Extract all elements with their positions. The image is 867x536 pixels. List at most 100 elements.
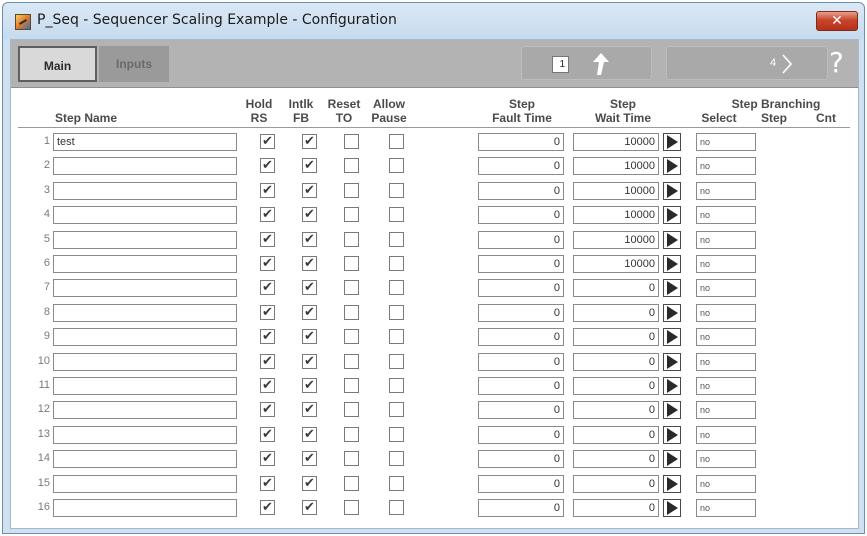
play-arrow-icon[interactable] [663, 255, 681, 273]
reset-to-checkbox[interactable] [344, 427, 359, 442]
step-name-field[interactable] [53, 206, 237, 224]
hold-rs-checkbox[interactable]: ✔ [260, 354, 275, 369]
fault-time-field[interactable]: 0 [478, 499, 564, 517]
allow-pause-checkbox[interactable] [389, 451, 404, 466]
play-arrow-icon[interactable] [663, 157, 681, 175]
hold-rs-checkbox[interactable]: ✔ [260, 402, 275, 417]
branch-select-field[interactable]: no [696, 133, 756, 151]
intlk-fb-checkbox[interactable]: ✔ [302, 158, 317, 173]
help-icon[interactable]: ? [829, 45, 844, 81]
step-name-field[interactable] [53, 377, 237, 395]
play-arrow-icon[interactable] [663, 353, 681, 371]
allow-pause-checkbox[interactable] [389, 329, 404, 344]
hold-rs-checkbox[interactable]: ✔ [260, 378, 275, 393]
fault-time-field[interactable]: 0 [478, 182, 564, 200]
step-name-field[interactable] [53, 255, 237, 273]
play-arrow-icon[interactable] [663, 475, 681, 493]
branch-select-field[interactable]: no [696, 279, 756, 297]
hold-rs-checkbox[interactable]: ✔ [260, 500, 275, 515]
allow-pause-checkbox[interactable] [389, 500, 404, 515]
hold-rs-checkbox[interactable]: ✔ [260, 134, 275, 149]
play-arrow-icon[interactable] [663, 206, 681, 224]
fault-time-field[interactable]: 0 [478, 255, 564, 273]
branch-select-field[interactable]: no [696, 304, 756, 322]
intlk-fb-checkbox[interactable]: ✔ [302, 378, 317, 393]
wait-time-field[interactable]: 10000 [573, 157, 659, 175]
step-name-field[interactable] [53, 328, 237, 346]
wait-time-field[interactable]: 0 [573, 377, 659, 395]
intlk-fb-checkbox[interactable]: ✔ [302, 402, 317, 417]
allow-pause-checkbox[interactable] [389, 183, 404, 198]
reset-to-checkbox[interactable] [344, 354, 359, 369]
wait-time-field[interactable]: 10000 [573, 206, 659, 224]
step-name-field[interactable] [53, 157, 237, 175]
branch-select-field[interactable]: no [696, 450, 756, 468]
reset-to-checkbox[interactable] [344, 476, 359, 491]
reset-to-checkbox[interactable] [344, 232, 359, 247]
allow-pause-checkbox[interactable] [389, 354, 404, 369]
fault-time-field[interactable]: 0 [478, 157, 564, 175]
play-arrow-icon[interactable] [663, 401, 681, 419]
branch-select-field[interactable]: no [696, 401, 756, 419]
fault-time-field[interactable]: 0 [478, 450, 564, 468]
allow-pause-checkbox[interactable] [389, 232, 404, 247]
up-arrow-icon[interactable] [590, 51, 612, 77]
step-name-field[interactable] [53, 231, 237, 249]
play-arrow-icon[interactable] [663, 377, 681, 395]
fault-time-field[interactable]: 0 [478, 401, 564, 419]
hold-rs-checkbox[interactable]: ✔ [260, 158, 275, 173]
reset-to-checkbox[interactable] [344, 280, 359, 295]
play-arrow-icon[interactable] [663, 182, 681, 200]
branch-select-field[interactable]: no [696, 255, 756, 273]
play-arrow-icon[interactable] [663, 499, 681, 517]
wait-time-field[interactable]: 10000 [573, 133, 659, 151]
allow-pause-checkbox[interactable] [389, 280, 404, 295]
branch-select-field[interactable]: no [696, 353, 756, 371]
branch-select-field[interactable]: no [696, 499, 756, 517]
wait-time-field[interactable]: 10000 [573, 231, 659, 249]
page-number-input[interactable]: 1 [552, 56, 569, 73]
intlk-fb-checkbox[interactable]: ✔ [302, 280, 317, 295]
fault-time-field[interactable]: 0 [478, 231, 564, 249]
fault-time-field[interactable]: 0 [478, 475, 564, 493]
intlk-fb-checkbox[interactable]: ✔ [302, 207, 317, 222]
intlk-fb-checkbox[interactable]: ✔ [302, 476, 317, 491]
branch-select-field[interactable]: no [696, 328, 756, 346]
fault-time-field[interactable]: 0 [478, 377, 564, 395]
step-name-field[interactable] [53, 304, 237, 322]
reset-to-checkbox[interactable] [344, 402, 359, 417]
allow-pause-checkbox[interactable] [389, 256, 404, 271]
hold-rs-checkbox[interactable]: ✔ [260, 476, 275, 491]
fault-time-field[interactable]: 0 [478, 133, 564, 151]
play-arrow-icon[interactable] [663, 426, 681, 444]
hold-rs-checkbox[interactable]: ✔ [260, 183, 275, 198]
allow-pause-checkbox[interactable] [389, 305, 404, 320]
reset-to-checkbox[interactable] [344, 134, 359, 149]
play-arrow-icon[interactable] [663, 279, 681, 297]
hold-rs-checkbox[interactable]: ✔ [260, 329, 275, 344]
wait-time-field[interactable]: 10000 [573, 255, 659, 273]
intlk-fb-checkbox[interactable]: ✔ [302, 134, 317, 149]
tab-main[interactable]: Main [18, 46, 97, 82]
wait-time-field[interactable]: 0 [573, 401, 659, 419]
allow-pause-checkbox[interactable] [389, 378, 404, 393]
reset-to-checkbox[interactable] [344, 378, 359, 393]
step-name-field[interactable] [53, 353, 237, 371]
reset-to-checkbox[interactable] [344, 305, 359, 320]
hold-rs-checkbox[interactable]: ✔ [260, 427, 275, 442]
hold-rs-checkbox[interactable]: ✔ [260, 232, 275, 247]
step-name-field[interactable]: test [53, 133, 237, 151]
branch-select-field[interactable]: no [696, 475, 756, 493]
wait-time-field[interactable]: 0 [573, 475, 659, 493]
reset-to-checkbox[interactable] [344, 207, 359, 222]
fault-time-field[interactable]: 0 [478, 279, 564, 297]
intlk-fb-checkbox[interactable]: ✔ [302, 500, 317, 515]
intlk-fb-checkbox[interactable]: ✔ [302, 329, 317, 344]
wait-time-field[interactable]: 0 [573, 353, 659, 371]
allow-pause-checkbox[interactable] [389, 427, 404, 442]
play-arrow-icon[interactable] [663, 133, 681, 151]
play-arrow-icon[interactable] [663, 328, 681, 346]
step-name-field[interactable] [53, 475, 237, 493]
allow-pause-checkbox[interactable] [389, 134, 404, 149]
intlk-fb-checkbox[interactable]: ✔ [302, 232, 317, 247]
